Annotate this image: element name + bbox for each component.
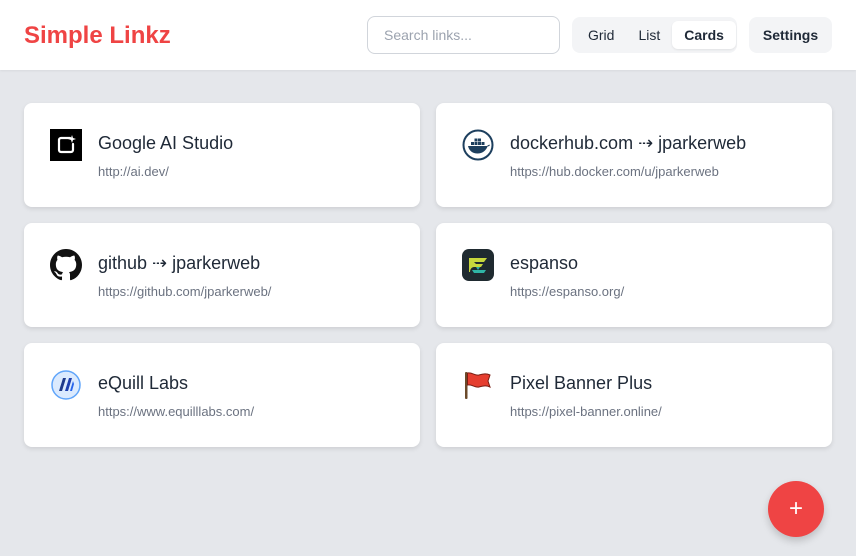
- link-title: dockerhub.com ⇢ jparkerweb: [510, 133, 747, 153]
- app-title: Simple Linkz: [24, 22, 171, 49]
- link-url: https://espanso.org/: [510, 284, 625, 299]
- link-card[interactable]: espanso https://espanso.org/: [436, 223, 832, 327]
- app-header: Simple Linkz Grid List Cards Settings: [0, 0, 856, 70]
- espanso-icon: [462, 249, 494, 281]
- link-url: http://ai.dev/: [98, 164, 169, 179]
- settings-button[interactable]: Settings: [749, 17, 832, 53]
- link-url: https://pixel-banner.online/: [510, 404, 662, 419]
- view-list-button[interactable]: List: [626, 21, 672, 49]
- view-toggle: Grid List Cards: [572, 17, 737, 53]
- view-grid-button[interactable]: Grid: [576, 21, 626, 49]
- link-card[interactable]: dockerhub.com ⇢ jparkerweb https://hub.d…: [436, 103, 832, 207]
- add-link-button[interactable]: +: [768, 481, 824, 537]
- view-cards-button[interactable]: Cards: [672, 21, 736, 49]
- link-title: espanso: [510, 253, 579, 273]
- link-title: Pixel Banner Plus: [510, 373, 653, 393]
- link-card[interactable]: Pixel Banner Plus https://pixel-banner.o…: [436, 343, 832, 447]
- link-card[interactable]: Google AI Studio http://ai.dev/: [24, 103, 420, 207]
- link-card[interactable]: github ⇢ jparkerweb https://github.com/j…: [24, 223, 420, 327]
- flag-icon: [462, 369, 494, 401]
- github-icon: [50, 249, 82, 281]
- google-ai-studio-icon: [50, 129, 82, 161]
- link-card[interactable]: eQuill Labs https://www.equilllabs.com/: [24, 343, 420, 447]
- link-title: eQuill Labs: [98, 373, 189, 393]
- link-url: https://www.equilllabs.com/: [98, 404, 255, 419]
- search-input[interactable]: [367, 16, 560, 54]
- docker-icon: [462, 129, 494, 161]
- link-title: Google AI Studio: [98, 133, 234, 153]
- equill-icon: [50, 369, 82, 401]
- link-title: github ⇢ jparkerweb: [98, 253, 261, 273]
- link-url: https://github.com/jparkerweb/: [98, 284, 272, 299]
- link-url: https://hub.docker.com/u/jparkerweb: [510, 164, 719, 179]
